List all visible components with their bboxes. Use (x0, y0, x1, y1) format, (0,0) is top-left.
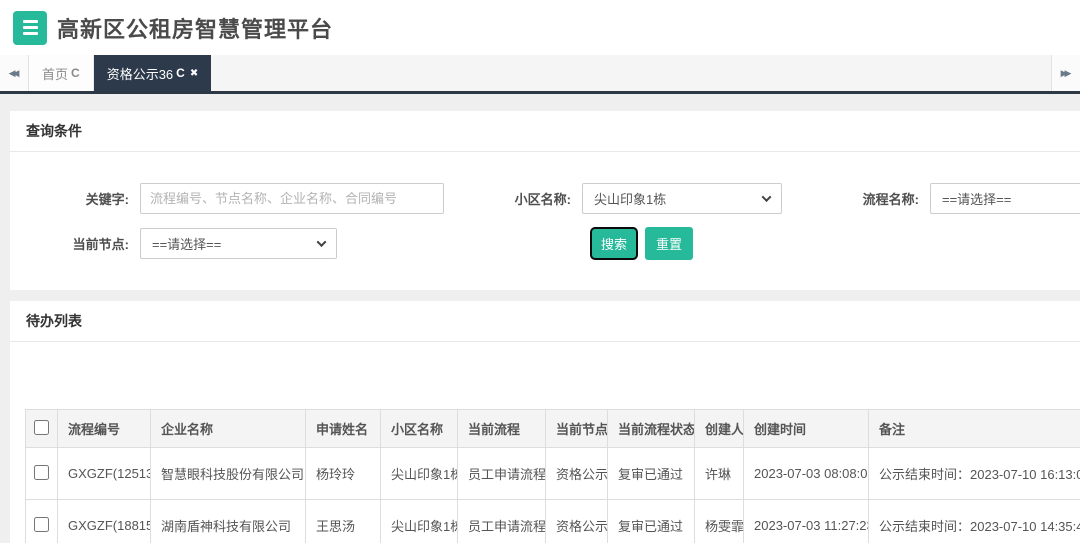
cell-company: 湖南盾神科技有限公司 (150, 499, 306, 543)
form-row-1: 关键字: 小区名称: 尖山印象1栋 流程名称: ==请选择== (10, 182, 1080, 214)
col-header-applicant: 申请姓名 (305, 409, 381, 448)
todo-panel: 待办列表 流程编号 企业名称 申请姓名 小区名称 当前流程 当前节点 当前流程状… (10, 301, 1080, 543)
main-content: 查询条件 关键字: 小区名称: 尖山印象1栋 流程名称: ==请选择== 当前节… (0, 94, 1080, 543)
col-header-process: 当前流程 (457, 409, 546, 448)
cell-node: 资格公示 (545, 447, 608, 500)
cell-process: 员工申请流程 (457, 499, 546, 543)
hamburger-menu-button[interactable] (13, 10, 47, 45)
double-chevron-right-icon: ▶▶ (1060, 67, 1072, 78)
chevron-down-icon (761, 191, 772, 202)
tab-qualification-label: 资格公示36 (106, 66, 174, 82)
cell-status: 复审已通过 (607, 499, 695, 543)
cell-applicant: 王思汤 (305, 499, 381, 543)
cell-process: 员工申请流程 (457, 447, 546, 500)
query-panel: 查询条件 关键字: 小区名称: 尖山印象1栋 流程名称: ==请选择== 当前节… (10, 111, 1080, 290)
select-all-checkbox-cell (25, 409, 58, 448)
search-button[interactable]: 搜索 (590, 226, 639, 260)
cell-company: 智慧眼科技股份有限公司 (150, 447, 306, 500)
current-node-select[interactable]: ==请选择== (140, 227, 337, 259)
query-section-title: 查询条件 (10, 111, 1080, 152)
row-checkbox[interactable] (34, 464, 49, 480)
cell-node: 资格公示 (545, 499, 608, 543)
col-header-process-no: 流程编号 (57, 409, 151, 448)
col-header-created: 创建时间 (743, 409, 869, 448)
tab-home[interactable]: 首页 C (29, 55, 94, 91)
row-checkbox-cell (25, 447, 58, 500)
community-select[interactable]: 尖山印象1栋 (582, 182, 782, 214)
cell-creator: 杨雯霏 (694, 499, 744, 543)
app-header: 高新区公租房智慧管理平台 (0, 0, 1080, 55)
current-node-label: 当前节点: (72, 236, 129, 252)
process-name-select[interactable]: ==请选择== (930, 182, 1080, 214)
row-checkbox-cell (25, 499, 58, 543)
col-header-remark: 备注 (868, 409, 1080, 448)
row-checkbox[interactable] (34, 516, 49, 532)
keyword-input[interactable] (140, 182, 444, 214)
process-name-label: 流程名称: (862, 191, 919, 207)
cell-created: 2023-07-03 08:08:07 (743, 447, 869, 500)
cell-process-no: GXGZF(12513) (57, 447, 151, 500)
tabs-scroll-left-button[interactable]: ◀◀ (0, 55, 29, 91)
query-form: 关键字: 小区名称: 尖山印象1栋 流程名称: ==请选择== 当前节点: ==… (10, 152, 1080, 290)
col-header-node: 当前节点 (545, 409, 608, 448)
keyword-label: 关键字: (85, 191, 129, 207)
community-select-value: 尖山印象1栋 (594, 191, 667, 207)
hamburger-icon (22, 20, 38, 23)
close-icon[interactable]: ✖ (190, 68, 198, 79)
todo-table: 流程编号 企业名称 申请姓名 小区名称 当前流程 当前节点 当前流程状态 创建人… (25, 409, 1080, 543)
table-row[interactable]: GXGZF(12513) 智慧眼科技股份有限公司 杨玲玲 尖山印象1栋 员工申请… (25, 447, 1080, 500)
reset-button[interactable]: 重置 (645, 226, 694, 260)
todo-section-title: 待办列表 (10, 301, 1080, 342)
process-name-select-value: ==请选择== (942, 191, 1012, 207)
tab-bar: ◀◀ 首页 C 资格公示36 C ✖ ▶▶ (0, 55, 1080, 94)
col-header-community: 小区名称 (380, 409, 458, 448)
community-label: 小区名称: (514, 191, 571, 207)
table-row[interactable]: GXGZF(18815) 湖南盾神科技有限公司 王思汤 尖山印象1栋 员工申请流… (25, 499, 1080, 543)
cell-remark: 公示结束时间：2023-07-10 14:35:47 (868, 499, 1080, 543)
tab-home-label: 首页 (42, 66, 69, 82)
col-header-company: 企业名称 (150, 409, 306, 448)
chevron-down-icon (316, 236, 327, 247)
table-header-row: 流程编号 企业名称 申请姓名 小区名称 当前流程 当前节点 当前流程状态 创建人… (25, 409, 1080, 448)
cell-applicant: 杨玲玲 (305, 447, 381, 500)
cell-creator: 许琳 (694, 447, 744, 500)
col-header-status: 当前流程状态 (607, 409, 695, 448)
select-all-checkbox[interactable] (34, 419, 49, 435)
page-title: 高新区公租房智慧管理平台 (57, 16, 334, 42)
cell-community: 尖山印象1栋 (380, 499, 458, 543)
refresh-icon[interactable]: C (176, 66, 185, 80)
form-row-2: 当前节点: ==请选择== 搜索 重置 (10, 226, 1080, 260)
cell-created: 2023-07-03 11:27:23 (743, 499, 869, 543)
tab-qualification-publicity[interactable]: 资格公示36 C ✖ (93, 55, 212, 91)
cell-community: 尖山印象1栋 (380, 447, 458, 500)
form-buttons: 搜索 重置 (590, 226, 694, 260)
current-node-select-value: ==请选择== (152, 236, 222, 252)
todo-table-wrap: 流程编号 企业名称 申请姓名 小区名称 当前流程 当前节点 当前流程状态 创建人… (25, 409, 1080, 543)
cell-process-no: GXGZF(18815) (57, 499, 151, 543)
col-header-creator: 创建人 (694, 409, 744, 448)
cell-remark: 公示结束时间：2023-07-10 16:13:07 (868, 447, 1080, 500)
refresh-icon[interactable]: C (71, 66, 80, 80)
tabs-scroll-right-button[interactable]: ▶▶ (1051, 55, 1080, 91)
double-chevron-left-icon: ◀◀ (8, 67, 20, 78)
cell-status: 复审已通过 (607, 447, 695, 500)
